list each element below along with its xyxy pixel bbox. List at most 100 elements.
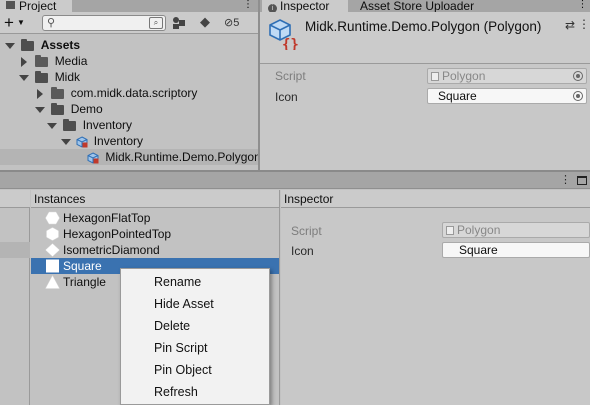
- search-icon: ⚲: [47, 17, 56, 29]
- script-field: Polygon: [442, 222, 590, 238]
- tab-label: Inspector: [280, 0, 330, 12]
- category-header: [0, 190, 30, 208]
- icon-field-value: Square: [459, 243, 498, 257]
- object-picker-icon[interactable]: [573, 91, 583, 101]
- inspector-body: Script Polygon Icon Square: [260, 64, 590, 170]
- folder-icon: [35, 54, 49, 67]
- tree-item-midk[interactable]: Midk: [0, 69, 258, 85]
- tree-item-label: Demo: [70, 102, 103, 116]
- tree-item-media[interactable]: Media: [0, 53, 258, 69]
- bottom-inspector-header: Inspector: [281, 190, 590, 208]
- inspector-title: Midk.Runtime.Demo.Polygon (Polygon): [305, 19, 542, 34]
- search-input[interactable]: ⚲ ⌕: [42, 15, 166, 31]
- tree-item-label: Media: [54, 54, 88, 68]
- info-icon: i: [268, 4, 277, 12]
- tree-item-polygon[interactable]: Midk.Runtime.Demo.Polygon: [0, 149, 258, 165]
- tree-item-label: Midk: [54, 70, 81, 84]
- chevron-down-icon: ▼: [16, 18, 25, 27]
- folder-open-icon: [63, 118, 77, 131]
- instance-label: HexagonPointedTop: [63, 227, 172, 241]
- tab-project[interactable]: Project: [0, 0, 72, 12]
- menu-item-refresh[interactable]: Refresh: [121, 381, 269, 403]
- object-picker-icon: [573, 71, 583, 81]
- context-menu: Rename Hide Asset Delete Pin Script Pin …: [120, 268, 270, 405]
- field-label-script: Script: [275, 69, 306, 83]
- tab-asset-store-uploader[interactable]: Asset Store Uploader: [355, 0, 495, 12]
- icon-field-value: Square: [438, 89, 477, 103]
- project-toolbar: + ▼ ⚲ ⌕ ◆ ⊘5: [0, 12, 258, 34]
- bottom-window-tabbar: ⋮: [0, 172, 590, 189]
- search-by-type-icon[interactable]: ⌕: [149, 17, 163, 29]
- filter-by-type-icon[interactable]: [172, 16, 186, 30]
- add-label: +: [4, 13, 14, 32]
- instance-item-isometric-diamond[interactable]: IsometricDiamond: [31, 242, 279, 258]
- hidden-packages-toggle[interactable]: ⊘5: [224, 15, 258, 31]
- instance-label: Square: [63, 259, 102, 273]
- collapse-arrow-icon[interactable]: [21, 56, 27, 67]
- field-label-icon: Icon: [291, 244, 314, 258]
- menu-item-hide-asset[interactable]: Hide Asset: [121, 293, 269, 315]
- script-icon: [446, 226, 454, 235]
- more-menu-icon[interactable]: ⋮: [238, 0, 258, 12]
- script-field-value: Polygon: [442, 69, 486, 83]
- expand-arrow-icon[interactable]: [35, 106, 45, 113]
- svg-text:{}: {}: [282, 37, 298, 50]
- eye-slash-icon: ⊘: [224, 17, 234, 29]
- menu-item-rename[interactable]: Rename: [121, 271, 269, 293]
- square-icon: [46, 259, 59, 273]
- add-button[interactable]: + ▼: [4, 12, 25, 34]
- expand-arrow-icon[interactable]: [19, 74, 29, 81]
- diamond-icon: [45, 243, 60, 257]
- instance-item-hexagon-flat[interactable]: HexagonFlatTop: [31, 210, 279, 226]
- tree-item-inventory-folder[interactable]: Inventory: [0, 117, 258, 133]
- folder-open-icon: [35, 70, 49, 83]
- script-icon: [431, 72, 439, 81]
- instance-label: Triangle: [63, 275, 106, 289]
- filter-by-label-icon[interactable]: ◆: [200, 15, 214, 29]
- instance-item-hexagon-pointed[interactable]: HexagonPointedTop: [31, 226, 279, 242]
- scriptable-object-icon: [76, 136, 88, 148]
- menu-item-pin-object[interactable]: Pin Object: [121, 359, 269, 381]
- presets-icon[interactable]: ⇄: [565, 18, 575, 32]
- expand-arrow-icon[interactable]: [61, 138, 71, 145]
- expand-arrow-icon[interactable]: [47, 122, 57, 129]
- expand-arrow-icon[interactable]: [5, 42, 15, 49]
- tree-item-scriptory[interactable]: com.midk.data.scriptory: [0, 85, 258, 101]
- tree-item-assets[interactable]: Assets: [0, 37, 258, 53]
- hidden-count: 5: [233, 17, 240, 29]
- field-label-icon: Icon: [275, 90, 298, 104]
- icon-field[interactable]: Square: [442, 242, 590, 258]
- tree-item-label: Assets: [40, 38, 81, 52]
- scriptable-object-icon: [87, 152, 99, 164]
- project-tab-label: Project: [19, 0, 57, 12]
- tree-item-label: Inventory: [93, 134, 144, 148]
- maximize-icon[interactable]: [577, 176, 587, 185]
- scriptable-object-large-icon: {}: [269, 19, 298, 50]
- folder-icon: [51, 86, 65, 99]
- menu-item-pin-script[interactable]: Pin Script: [121, 337, 269, 359]
- tree-item-label: Inventory: [82, 118, 133, 132]
- project-tree: Assets Media Midk com.midk.data.scriptor…: [0, 34, 258, 165]
- category-column: [0, 190, 30, 405]
- inspector-header: {} Midk.Runtime.Demo.Polygon (Polygon) ⇄…: [260, 12, 590, 64]
- more-menu-icon[interactable]: ⋮: [575, 0, 590, 12]
- collapse-arrow-icon[interactable]: [37, 88, 43, 99]
- category-selected-row[interactable]: [0, 242, 30, 258]
- bottom-inspector-panel: Inspector Script Polygon Icon Square: [281, 190, 590, 405]
- tab-inspector[interactable]: i Inspector: [262, 0, 348, 12]
- tree-item-inventory-asset[interactable]: Inventory: [0, 133, 258, 149]
- project-tab-icon: [6, 1, 15, 9]
- instance-label: HexagonFlatTop: [63, 211, 151, 225]
- more-menu-icon[interactable]: ⋮: [560, 172, 571, 189]
- icon-field[interactable]: Square: [427, 88, 587, 104]
- tab-label: Asset Store Uploader: [360, 0, 475, 12]
- hexagon-pointed-icon: [46, 227, 59, 241]
- folder-open-icon: [21, 38, 35, 51]
- more-menu-icon[interactable]: ⋮: [578, 17, 590, 31]
- hexagon-flat-icon: [45, 211, 60, 225]
- menu-item-delete[interactable]: Delete: [121, 315, 269, 337]
- tree-item-demo[interactable]: Demo: [0, 101, 258, 117]
- folder-open-icon: [51, 102, 65, 115]
- tree-item-label: Midk.Runtime.Demo.Polygon: [105, 150, 258, 164]
- field-label-script: Script: [291, 224, 322, 238]
